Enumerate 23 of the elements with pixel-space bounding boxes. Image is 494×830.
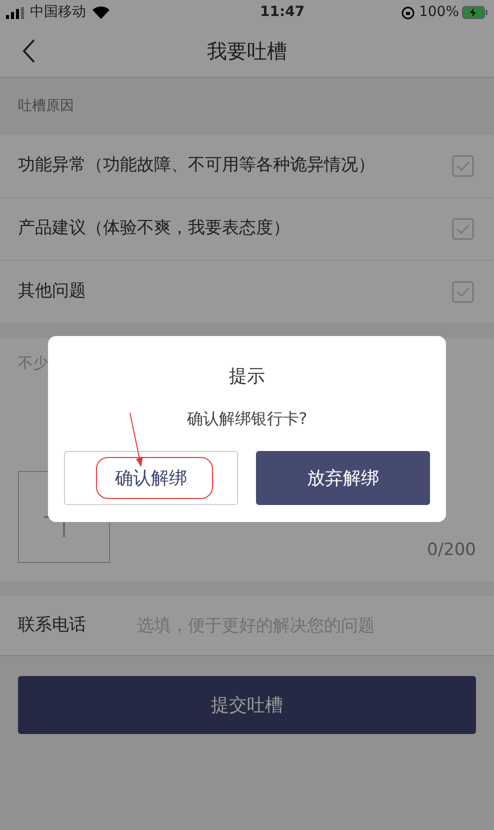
wifi-icon xyxy=(92,6,110,19)
dialog-button[interactable]: 放弃解绑 xyxy=(256,451,430,505)
section-label: 吐槽原因 xyxy=(18,97,74,116)
field-label: 联系电话 xyxy=(0,596,137,655)
back-icon[interactable] xyxy=(22,39,36,63)
submit-button[interactable]: 提交吐槽 xyxy=(18,676,476,734)
reason-option[interactable]: 功能异常（功能故障、不可用等各种诡异情况） xyxy=(0,135,494,198)
checkbox[interactable] xyxy=(452,155,474,177)
checkbox[interactable] xyxy=(452,281,474,303)
reason-option[interactable]: 其他问题 xyxy=(0,261,494,324)
battery-percent: 100% xyxy=(418,3,459,22)
rotation-lock-icon xyxy=(400,6,415,20)
battery-icon xyxy=(462,6,488,19)
dialog-message: 确认解绑银行卡? xyxy=(186,408,308,430)
dialog-button[interactable]: 确认解绑 xyxy=(64,451,238,505)
carrier: 中国移动 xyxy=(30,3,86,22)
signal-icon xyxy=(6,6,26,18)
page-title: 我要吐槽 xyxy=(207,38,287,65)
char-counter: 0/200 xyxy=(427,538,476,562)
reason-option[interactable]: 产品建议（体验不爽，我要表态度） xyxy=(0,198,494,261)
dialog-title: 提示 xyxy=(229,365,265,389)
checkbox[interactable] xyxy=(452,218,474,240)
clock: 11:47 xyxy=(260,3,305,22)
